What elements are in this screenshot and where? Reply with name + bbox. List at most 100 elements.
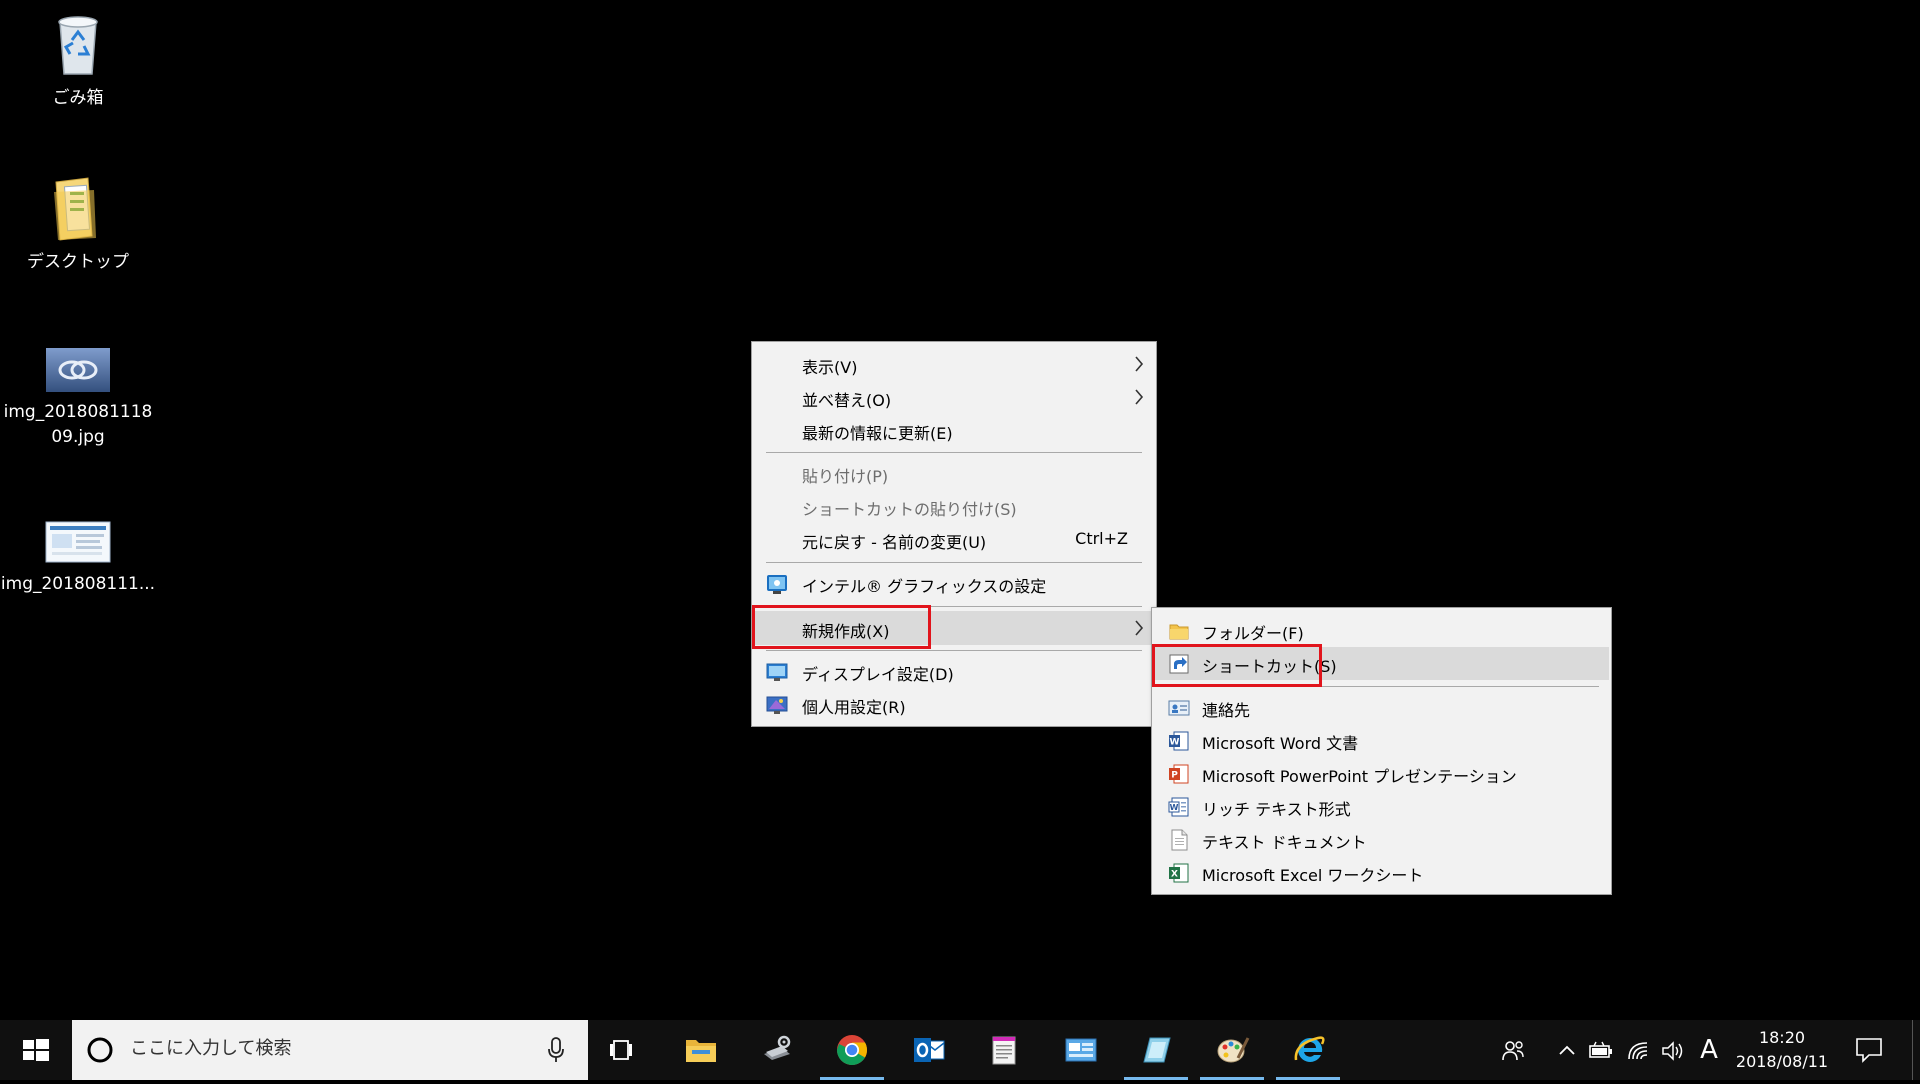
clock-time: 18:20 bbox=[1758, 1028, 1806, 1047]
menu-item-label: ショートカットの貼り付け(S) bbox=[802, 500, 1017, 519]
wifi-icon[interactable] bbox=[1626, 1038, 1652, 1064]
file-explorer-icon bbox=[686, 1040, 716, 1062]
svg-text:P: P bbox=[1171, 771, 1178, 781]
menu-item-sort-by[interactable]: 並べ替え(O) bbox=[752, 381, 1156, 414]
taskbar-file-explorer[interactable] bbox=[664, 1020, 736, 1080]
submenu-item-text-document[interactable]: テキスト ドキュメント bbox=[1152, 823, 1611, 856]
folder-icon bbox=[42, 172, 114, 244]
menu-separator bbox=[766, 562, 1142, 563]
image-file-icon bbox=[42, 518, 114, 566]
ime-indicator[interactable]: A bbox=[1696, 1034, 1722, 1065]
desktop[interactable]: ごみ箱 デスクトップ img_201808111809.jpg img_2018… bbox=[0, 0, 1920, 1020]
desktop-icon-desktop-folder[interactable]: デスクトップ bbox=[0, 172, 156, 275]
start-button[interactable] bbox=[0, 1020, 72, 1080]
taskbar: A 18:20 2018/08/11 bbox=[0, 1020, 1920, 1080]
word-icon: W bbox=[1169, 731, 1189, 751]
submenu-item-powerpoint[interactable]: P Microsoft PowerPoint プレゼンテーション bbox=[1152, 757, 1611, 790]
paint-icon bbox=[1217, 1037, 1250, 1063]
recycle-bin-icon bbox=[42, 8, 114, 80]
menu-item-paste-shortcut: ショートカットの貼り付け(S) bbox=[752, 490, 1156, 523]
show-desktop-button[interactable] bbox=[1912, 1020, 1920, 1080]
submenu-item-shortcut[interactable]: ショートカット(S) bbox=[1154, 647, 1609, 680]
menu-item-shortcut: Ctrl+Z bbox=[1075, 529, 1128, 548]
excel-icon: X bbox=[1169, 863, 1189, 883]
search-input[interactable] bbox=[130, 1038, 510, 1059]
task-view-icon bbox=[610, 1040, 632, 1060]
menu-item-paste: 貼り付け(P) bbox=[752, 457, 1156, 490]
submenu-item-label: テキスト ドキュメント bbox=[1202, 833, 1367, 852]
desktop-icon-label: ごみ箱 bbox=[52, 88, 104, 108]
menu-item-label: 新規作成(X) bbox=[802, 622, 890, 641]
menu-separator bbox=[766, 606, 1142, 607]
personalize-icon bbox=[766, 696, 788, 714]
notepad-icon bbox=[992, 1036, 1016, 1065]
image-file-icon bbox=[42, 346, 114, 394]
taskbar-control-panel[interactable] bbox=[1044, 1020, 1116, 1080]
menu-separator bbox=[766, 452, 1142, 453]
desktop-icon-image-1[interactable]: img_201808111809.jpg bbox=[0, 346, 156, 450]
chevron-up-icon[interactable] bbox=[1554, 1038, 1580, 1064]
taskbar-notepad[interactable] bbox=[968, 1020, 1040, 1080]
settings-tool-icon bbox=[764, 1035, 791, 1060]
svg-text:W: W bbox=[1170, 738, 1180, 748]
internet-explorer-icon bbox=[1294, 1036, 1325, 1062]
taskbar-snipping-tool[interactable] bbox=[1120, 1020, 1192, 1080]
windows-logo-icon bbox=[23, 1039, 49, 1061]
submenu-item-word[interactable]: W Microsoft Word 文書 bbox=[1152, 724, 1611, 757]
snipping-tool-icon bbox=[1143, 1037, 1171, 1063]
menu-item-label: 並べ替え(O) bbox=[802, 391, 892, 410]
taskbar-chrome[interactable] bbox=[816, 1020, 888, 1080]
submenu-item-excel[interactable]: X Microsoft Excel ワークシート bbox=[1152, 856, 1611, 889]
taskbar-internet-explorer[interactable] bbox=[1272, 1020, 1344, 1080]
submenu-item-folder[interactable]: フォルダー(F) bbox=[1152, 614, 1611, 647]
submenu-item-label: Microsoft Excel ワークシート bbox=[1202, 866, 1424, 885]
chevron-right-icon bbox=[1135, 356, 1144, 372]
menu-item-undo-rename[interactable]: 元に戻す - 名前の変更(U) Ctrl+Z bbox=[752, 523, 1156, 556]
taskbar-settings-tool[interactable] bbox=[740, 1020, 812, 1080]
battery-charging-icon[interactable] bbox=[1588, 1038, 1614, 1064]
svg-text:X: X bbox=[1171, 870, 1178, 880]
submenu-item-rich-text[interactable]: W リッチ テキスト形式 bbox=[1152, 790, 1611, 823]
menu-item-label: 最新の情報に更新(E) bbox=[802, 424, 953, 443]
desktop-icon-recycle-bin[interactable]: ごみ箱 bbox=[0, 8, 156, 111]
taskbar-search-box[interactable] bbox=[72, 1020, 588, 1080]
chevron-right-icon bbox=[1135, 389, 1144, 405]
submenu-item-contact[interactable]: 連絡先 bbox=[1152, 691, 1611, 724]
menu-item-label: 個人用設定(R) bbox=[802, 698, 906, 717]
menu-item-view[interactable]: 表示(V) bbox=[752, 348, 1156, 381]
action-center-icon[interactable] bbox=[1854, 1036, 1884, 1064]
menu-item-new[interactable]: 新規作成(X) bbox=[752, 611, 1156, 645]
chrome-icon bbox=[837, 1035, 868, 1066]
folder-icon bbox=[1169, 624, 1189, 640]
microphone-icon[interactable] bbox=[546, 1036, 566, 1064]
desktop-icon-label: img_201808111809.jpg bbox=[3, 402, 153, 447]
control-panel-icon bbox=[1065, 1038, 1097, 1062]
menu-item-personalize[interactable]: 個人用設定(R) bbox=[752, 688, 1156, 721]
taskbar-paint[interactable] bbox=[1196, 1020, 1268, 1080]
outlook-icon bbox=[914, 1038, 945, 1062]
menu-item-label: ディスプレイ設定(D) bbox=[802, 665, 954, 684]
taskbar-clock[interactable]: 18:20 2018/08/11 bbox=[1722, 1026, 1842, 1074]
task-view-button[interactable] bbox=[588, 1020, 660, 1080]
volume-icon[interactable] bbox=[1660, 1038, 1686, 1064]
desktop-icon-label: デスクトップ bbox=[27, 252, 129, 272]
taskbar-outlook[interactable] bbox=[892, 1020, 964, 1080]
menu-item-display-settings[interactable]: ディスプレイ設定(D) bbox=[752, 655, 1156, 688]
desktop-icon-image-2[interactable]: img_201808111... bbox=[0, 518, 156, 597]
desktop-icon-label: img_201808111... bbox=[0, 574, 156, 594]
contact-icon bbox=[1168, 700, 1190, 716]
menu-item-refresh[interactable]: 最新の情報に更新(E) bbox=[752, 414, 1156, 447]
people-icon[interactable] bbox=[1500, 1038, 1526, 1064]
text-document-icon bbox=[1171, 829, 1188, 851]
chevron-right-icon bbox=[1135, 620, 1144, 636]
submenu-item-label: リッチ テキスト形式 bbox=[1202, 800, 1351, 819]
rich-text-icon: W bbox=[1168, 797, 1189, 817]
submenu-item-label: フォルダー(F) bbox=[1202, 624, 1304, 643]
menu-item-label: 元に戻す - 名前の変更(U) bbox=[802, 533, 987, 552]
menu-separator bbox=[766, 650, 1142, 651]
desktop-context-menu: 表示(V) 並べ替え(O) 最新の情報に更新(E) 貼り付け(P) ショートカッ… bbox=[751, 341, 1157, 727]
clock-date: 2018/08/11 bbox=[1735, 1052, 1829, 1071]
menu-separator bbox=[1166, 686, 1599, 687]
submenu-item-label: Microsoft PowerPoint プレゼンテーション bbox=[1202, 767, 1517, 786]
menu-item-intel-graphics[interactable]: インテル® グラフィックスの設定 bbox=[752, 567, 1156, 600]
